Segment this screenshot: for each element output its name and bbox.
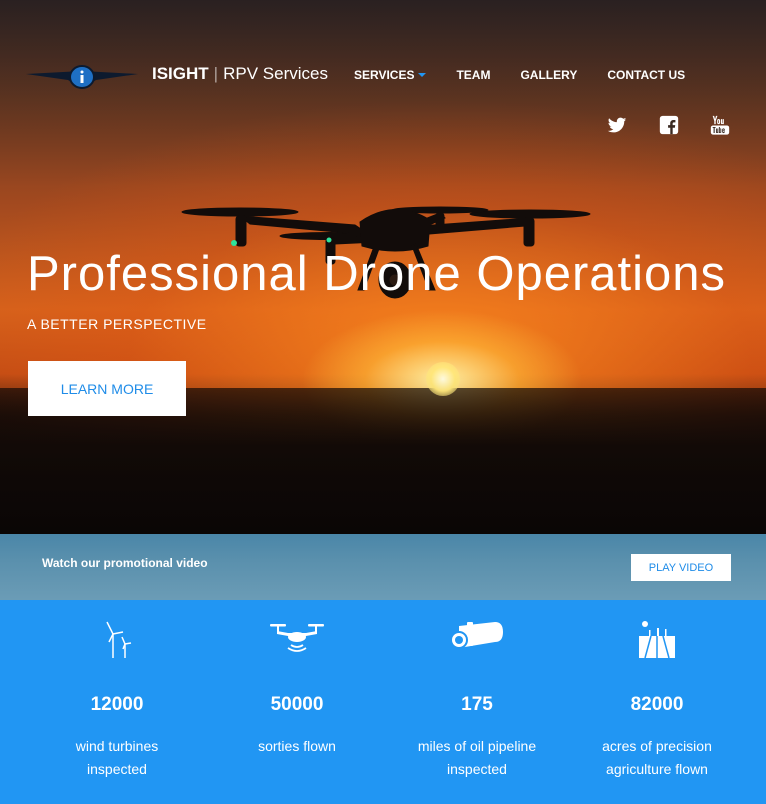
brand-separator: |	[213, 64, 219, 83]
site-header: ISIGHT | RPV Services SERVICES TEAM GALLER…	[0, 0, 766, 160]
stats-section: 12000 wind turbines inspected 50000 sort…	[0, 600, 766, 804]
setting-sun	[426, 362, 460, 396]
stat-value: 12000	[90, 694, 144, 715]
drone-icon	[270, 624, 324, 652]
stat-value: 50000	[270, 694, 324, 715]
hero-headline: Professional Drone Operations	[27, 247, 727, 301]
promo-video-label: Watch our promotional video	[42, 556, 208, 570]
wind-turbine-icon	[106, 621, 132, 658]
stat-label: sorties flown	[258, 738, 336, 754]
nav-item-team[interactable]: TEAM	[456, 68, 490, 82]
pipeline-icon	[450, 622, 503, 649]
promo-video-bar: Watch our promotional video PLAY VIDEO	[0, 534, 766, 600]
hero-text: Professional Drone Operations A BETTER P…	[27, 246, 726, 332]
learn-more-button[interactable]: LEARN MORE	[28, 361, 186, 416]
brand-name[interactable]: ISIGHT | RPV Services	[152, 64, 328, 84]
isight-logo[interactable]	[26, 62, 138, 92]
facebook-icon[interactable]	[658, 114, 680, 136]
youtube-icon[interactable]	[709, 114, 731, 136]
main-nav: SERVICES TEAM GALLERY CONTACT US	[354, 68, 715, 82]
play-video-button[interactable]: PLAY VIDEO	[631, 554, 731, 581]
stat-value: 82000	[630, 694, 684, 715]
stat-label: wind turbines inspected	[75, 738, 159, 777]
brand-tagline: RPV Services	[223, 64, 328, 83]
stat-value: 175	[461, 694, 493, 715]
nav-item-contact[interactable]: CONTACT US	[607, 68, 685, 82]
agriculture-field-icon	[639, 621, 675, 659]
nav-label-services: SERVICES	[354, 68, 415, 82]
nav-item-gallery[interactable]: GALLERY	[520, 68, 577, 82]
stat-label: acres of precision agriculture flown	[602, 738, 712, 777]
stat-label: miles of oil pipeline inspected	[417, 738, 537, 777]
twitter-icon[interactable]	[606, 114, 628, 136]
brand-wordmark: ISIGHT	[152, 64, 209, 83]
caret-down-icon	[418, 73, 427, 77]
nav-item-services[interactable]: SERVICES	[354, 68, 427, 82]
hero-subheadline: A BETTER PERSPECTIVE	[27, 316, 207, 332]
